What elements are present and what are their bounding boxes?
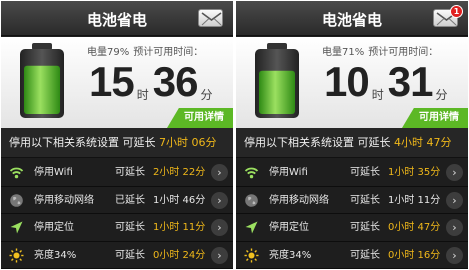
setting-label: 停用移动网络	[269, 194, 329, 206]
chevron-right-icon[interactable]: ›	[446, 164, 463, 181]
wifi-icon	[9, 167, 24, 179]
sun-icon	[244, 248, 259, 262]
battery-saver-panel-left: 电池省电 电量79% 预计可用时间： 15 时36 分 可用详情 停用以下相关系…	[1, 1, 233, 269]
summary-value: 4小时 47分	[394, 136, 452, 149]
setting-label: 亮度34%	[34, 249, 77, 261]
minutes-unit: 分	[200, 88, 213, 102]
setting-extend-value: 0小时 16分	[388, 249, 441, 261]
extend-summary: 停用以下相关系统设置 可延长 7小时 06分	[1, 128, 233, 158]
hours-value: 10	[324, 58, 370, 105]
notification-badge: 1	[450, 5, 463, 18]
wifi-icon	[244, 167, 259, 179]
setting-rows: 停用Wifi 可延长 2小时 22分 › 停用移动网络 已延长 1小时 46分 …	[1, 159, 233, 269]
battery-icon	[20, 43, 64, 118]
chevron-right-icon[interactable]: ›	[446, 219, 463, 236]
setting-row-brightness[interactable]: 亮度34% 可延长 0小时 16分 ›	[236, 242, 468, 269]
minutes-value: 36	[152, 58, 199, 105]
summary-label: 停用以下相关系统设置 可延长	[244, 136, 391, 149]
setting-extend-value: 1小时 46分	[153, 194, 206, 206]
usage-details-button[interactable]: 可用详情	[167, 108, 233, 128]
chevron-right-icon[interactable]: ›	[446, 191, 463, 209]
location-arrow-icon	[245, 221, 258, 234]
setting-extend-value: 0小时 47分	[388, 222, 441, 233]
setting-extend-value: 0小时 24分	[153, 249, 206, 261]
summary-value: 7小时 06分	[159, 136, 217, 149]
remaining-time: 15 时36 分	[89, 59, 216, 105]
setting-row-mobile-network[interactable]: 停用移动网络 可延长 1小时 11分 ›	[236, 187, 468, 214]
setting-extend-text: 可延长	[350, 167, 380, 178]
setting-extend-value: 1小时 11分	[388, 194, 441, 206]
setting-extend-value: 1小时 35分	[388, 167, 441, 178]
setting-extend-text: 可延长	[115, 249, 145, 261]
battery-meta: 电量71% 预计可用时间：	[322, 43, 442, 58]
setting-extend-text: 可延长	[350, 249, 380, 261]
battery-level-fill	[259, 70, 295, 114]
sun-icon	[9, 248, 24, 262]
hours-value: 15	[89, 58, 135, 105]
battery-level-fill	[24, 65, 60, 114]
hours-unit: 时	[136, 88, 149, 102]
mail-button[interactable]	[198, 9, 223, 27]
summary-label: 停用以下相关系统设置 可延长	[9, 136, 156, 149]
usage-details-button[interactable]: 可用详情	[402, 108, 468, 128]
setting-extend-text: 已延长	[115, 194, 145, 206]
title-bar: 电池省电	[1, 1, 233, 36]
setting-row-location[interactable]: 停用定位 可延长 0小时 47分 ›	[236, 214, 468, 242]
setting-extend-value: 2小时 22分	[153, 167, 206, 178]
setting-row-location[interactable]: 停用定位 可延长 1小时 11分 ›	[1, 214, 233, 242]
globe-icon	[245, 193, 258, 207]
setting-extend-text: 可延长	[350, 222, 380, 233]
location-arrow-icon	[10, 221, 23, 234]
hours-unit: 时	[371, 88, 384, 102]
battery-saver-panel-right: 电池省电 1 电量71% 预计可用时间： 10 时31 分 可用详情 停用以下相…	[236, 1, 468, 269]
setting-label: 停用定位	[269, 222, 309, 233]
setting-row-brightness[interactable]: 亮度34% 可延长 0小时 24分 ›	[1, 242, 233, 269]
screenshot-stage: 电池省电 电量79% 预计可用时间： 15 时36 分 可用详情 停用以下相关系…	[0, 0, 469, 270]
remaining-time-label: 预计可用时间：	[368, 47, 439, 58]
battery-hero: 电量71% 预计可用时间： 10 时31 分 可用详情	[236, 37, 468, 128]
title-bar: 电池省电 1	[236, 1, 468, 36]
battery-percent-label: 电量79%	[87, 47, 130, 58]
usage-details-label: 可用详情	[419, 112, 459, 123]
chevron-right-icon[interactable]: ›	[211, 164, 228, 181]
setting-extend-value: 1小时 11分	[153, 222, 206, 233]
setting-rows: 停用Wifi 可延长 1小时 35分 › 停用移动网络 可延长 1小时 11分 …	[236, 159, 468, 269]
mail-button[interactable]: 1	[433, 5, 463, 27]
minutes-unit: 分	[435, 88, 448, 102]
minutes-value: 31	[387, 58, 434, 105]
setting-label: 停用Wifi	[34, 167, 73, 178]
setting-label: 亮度34%	[269, 249, 312, 261]
setting-label: 停用Wifi	[269, 167, 308, 178]
extend-summary: 停用以下相关系统设置 可延长 4小时 47分	[236, 128, 468, 158]
chevron-right-icon[interactable]: ›	[211, 246, 228, 264]
setting-extend-text: 可延长	[115, 222, 145, 233]
setting-label: 停用定位	[34, 222, 74, 233]
chevron-right-icon[interactable]: ›	[211, 191, 228, 209]
setting-row-mobile-network[interactable]: 停用移动网络 已延长 1小时 46分 ›	[1, 187, 233, 214]
setting-extend-text: 可延长	[350, 194, 380, 206]
battery-percent-label: 电量71%	[322, 47, 365, 58]
setting-row-wifi[interactable]: 停用Wifi 可延长 1小时 35分 ›	[236, 159, 468, 187]
usage-details-label: 可用详情	[184, 112, 224, 123]
setting-label: 停用移动网络	[34, 194, 94, 206]
mail-icon	[201, 12, 222, 26]
battery-hero: 电量79% 预计可用时间： 15 时36 分 可用详情	[1, 37, 233, 128]
battery-icon	[255, 43, 299, 118]
globe-icon	[10, 193, 23, 207]
remaining-time-label: 预计可用时间：	[133, 47, 204, 58]
battery-meta: 电量79% 预计可用时间：	[87, 43, 207, 58]
setting-extend-text: 可延长	[115, 167, 145, 178]
remaining-time: 10 时31 分	[324, 59, 451, 105]
chevron-right-icon[interactable]: ›	[446, 246, 463, 264]
setting-row-wifi[interactable]: 停用Wifi 可延长 2小时 22分 ›	[1, 159, 233, 187]
chevron-right-icon[interactable]: ›	[211, 219, 228, 236]
